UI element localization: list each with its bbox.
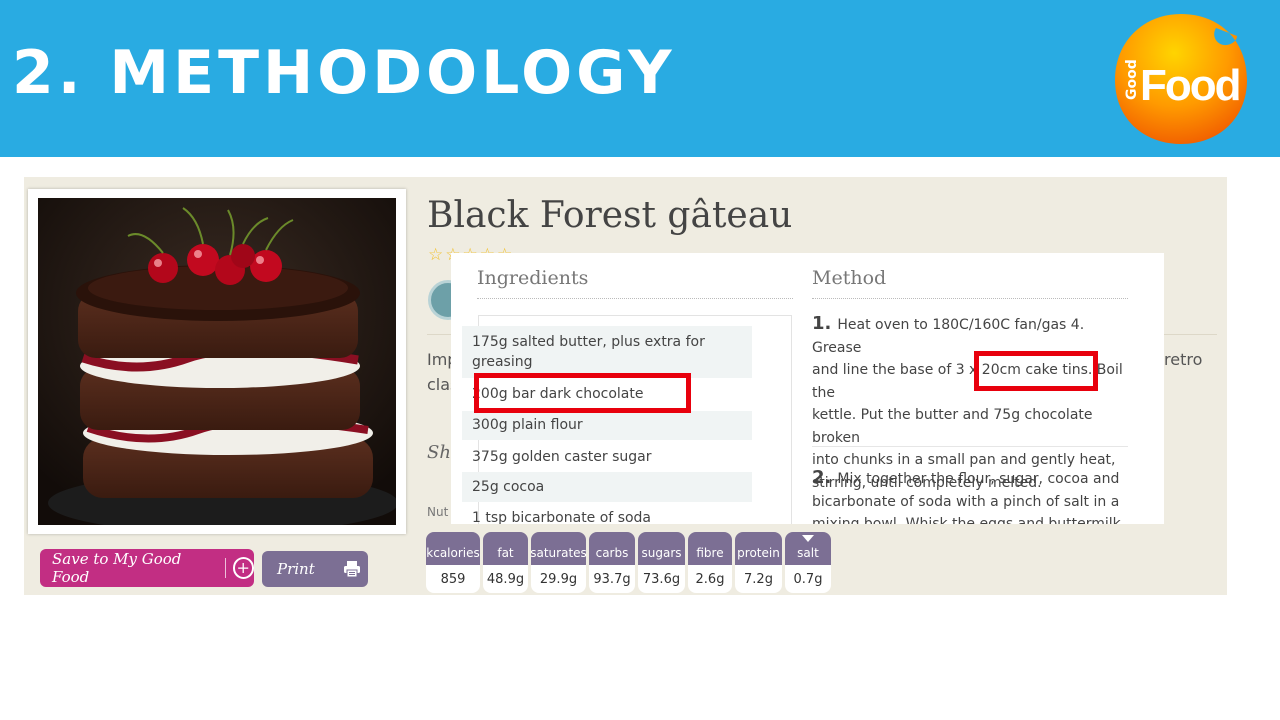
nutrition-carbs: carbs 93.7g — [589, 532, 635, 593]
step-divider — [812, 446, 1128, 447]
nutrition-value: 0.7g — [785, 565, 831, 593]
nutrition-kcalories: kcalories 859 — [426, 532, 480, 593]
nutrition-value: 48.9g — [483, 565, 528, 593]
logo-small-text: Good — [1124, 59, 1140, 100]
ingredients-heading: Ingredients — [477, 267, 589, 289]
nutrition-header: sugars — [638, 532, 685, 565]
cake-photo — [38, 198, 396, 525]
title-banner: 2. METHODOLOGY Good Food — [0, 0, 1280, 157]
recipe-title: Black Forest gâteau — [427, 195, 793, 236]
ingredient-item: 175g salted butter, plus extra for greas… — [462, 326, 752, 378]
ingredient-item: 375g golden caster sugar — [472, 449, 652, 465]
heading-underline — [812, 298, 1128, 299]
nutrition-header: fat — [483, 532, 528, 565]
description-fragment: retro — [1164, 350, 1203, 369]
nutrition-table: kcalories 859 fat 48.9g saturates 29.9g … — [426, 532, 831, 593]
nutrition-value: 29.9g — [531, 565, 586, 593]
photo-frame — [28, 189, 406, 534]
printer-icon — [343, 561, 360, 578]
highlight-box-ingredient — [474, 373, 691, 413]
nutrition-value: 93.7g — [589, 565, 635, 593]
button-separator — [224, 558, 226, 578]
heading-underline — [477, 298, 793, 299]
step-number: 2. — [812, 467, 832, 488]
plus-circle-icon: + — [232, 557, 254, 579]
good-food-logo: Good Food — [1115, 14, 1247, 144]
nutrition-label: Nut — [427, 505, 449, 519]
nutrition-value: 859 — [426, 565, 480, 593]
nutrition-saturates: saturates 29.9g — [530, 532, 587, 593]
nutrition-salt: salt 0.7g — [785, 532, 831, 593]
slide-title: 2. METHODOLOGY — [12, 38, 676, 108]
print-button[interactable]: Print — [262, 551, 368, 587]
nutrition-header: kcalories — [426, 532, 480, 565]
star-icon: ☆ — [428, 245, 444, 265]
nutrition-header: protein — [735, 532, 782, 565]
nutrition-value: 7.2g — [735, 565, 782, 593]
nutrition-fat: fat 48.9g — [483, 532, 528, 593]
method-heading: Method — [812, 267, 887, 289]
logo-big-text: Food — [1140, 61, 1240, 110]
save-to-my-good-food-button[interactable]: Save to My Good Food + — [40, 549, 254, 587]
nutrition-header: saturates — [530, 532, 587, 565]
nutrition-value: 2.6g — [688, 565, 732, 593]
nutrition-header: fibre — [688, 532, 732, 565]
share-label: Sh — [427, 442, 451, 463]
ingredient-item: 25g cocoa — [462, 472, 752, 502]
ingredient-item: 300g plain flour — [462, 411, 752, 440]
ingredient-item: 1 tsp bicarbonate of soda — [472, 510, 652, 524]
step-number: 1. — [812, 313, 832, 334]
nutrition-protein: protein 7.2g — [735, 532, 782, 593]
method-step-2: 2. Mix together the flour, sugar, cocoa a… — [812, 467, 1121, 524]
nutrition-header: salt — [785, 532, 831, 565]
nutrition-value: 73.6g — [638, 565, 685, 593]
nutrition-sugars: sugars 73.6g — [638, 532, 685, 593]
highlight-box-method — [974, 351, 1098, 391]
nutrition-header: carbs — [589, 532, 635, 565]
arrow-down-icon — [802, 535, 814, 542]
save-button-label: Save to My Good Food — [52, 550, 182, 586]
nutrition-fibre: fibre 2.6g — [688, 532, 732, 593]
slide: 2. METHODOLOGY Good Food Save to My Good… — [0, 0, 1280, 720]
print-button-label: Print — [277, 560, 315, 578]
nutrition-header-label: salt — [797, 546, 819, 560]
